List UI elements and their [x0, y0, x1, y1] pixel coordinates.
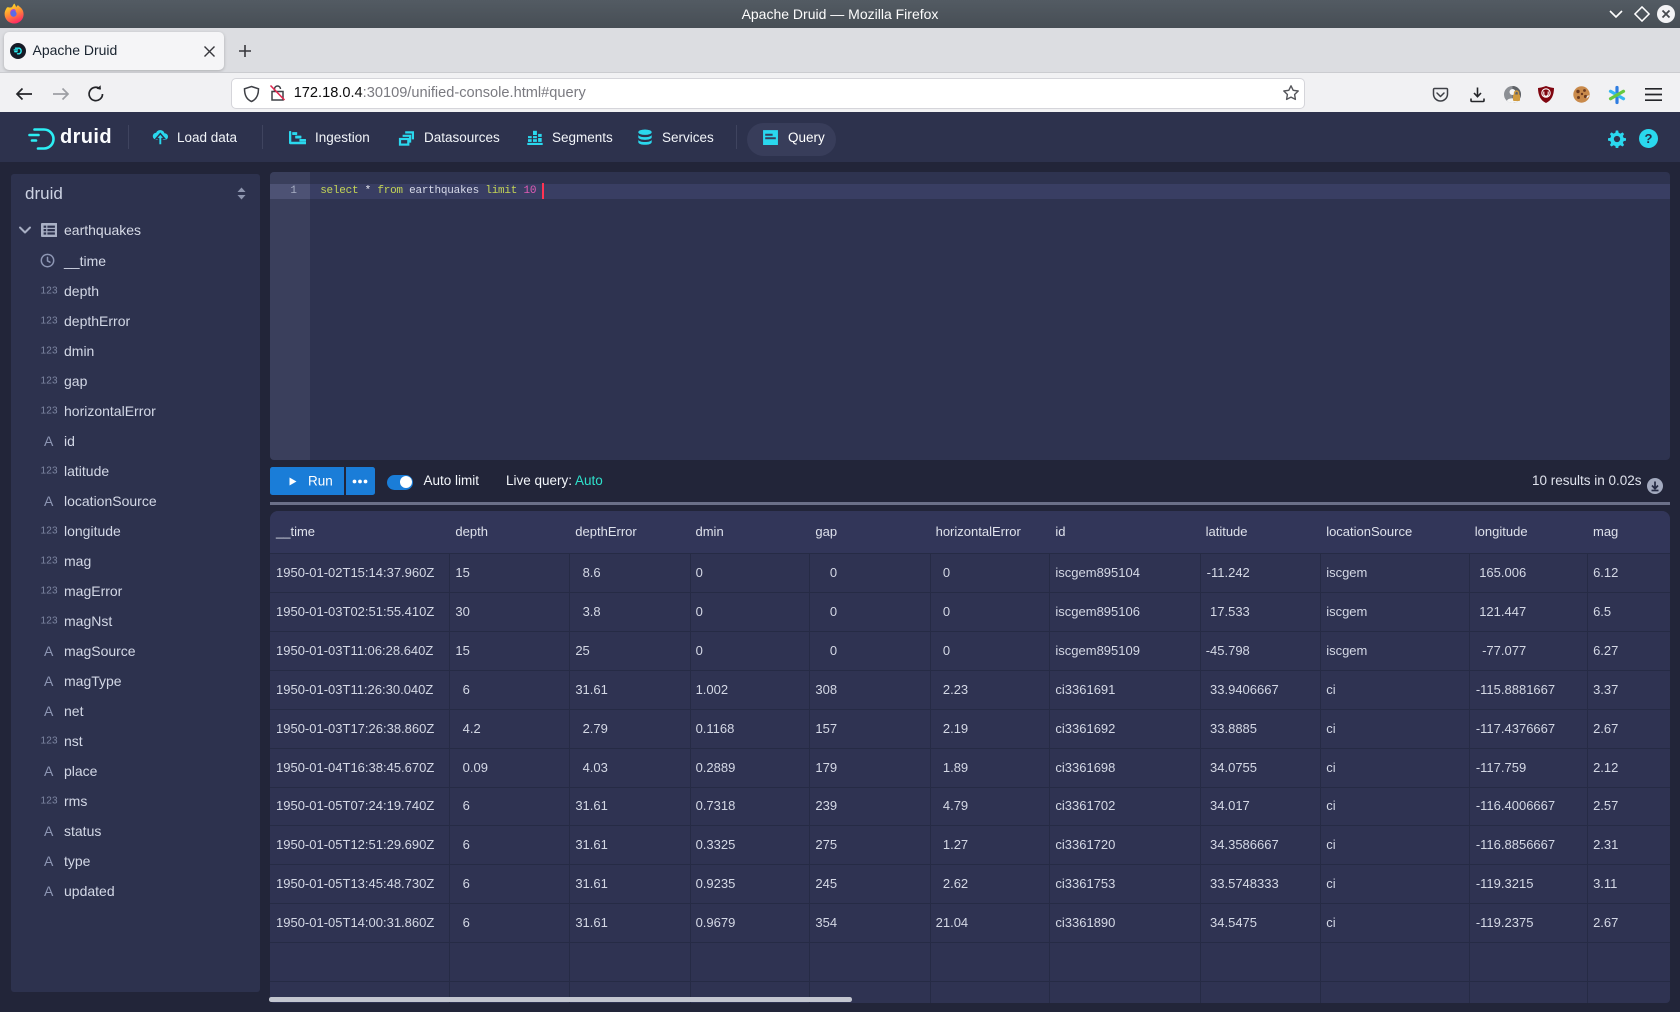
svg-text:?: ?: [1645, 131, 1653, 146]
